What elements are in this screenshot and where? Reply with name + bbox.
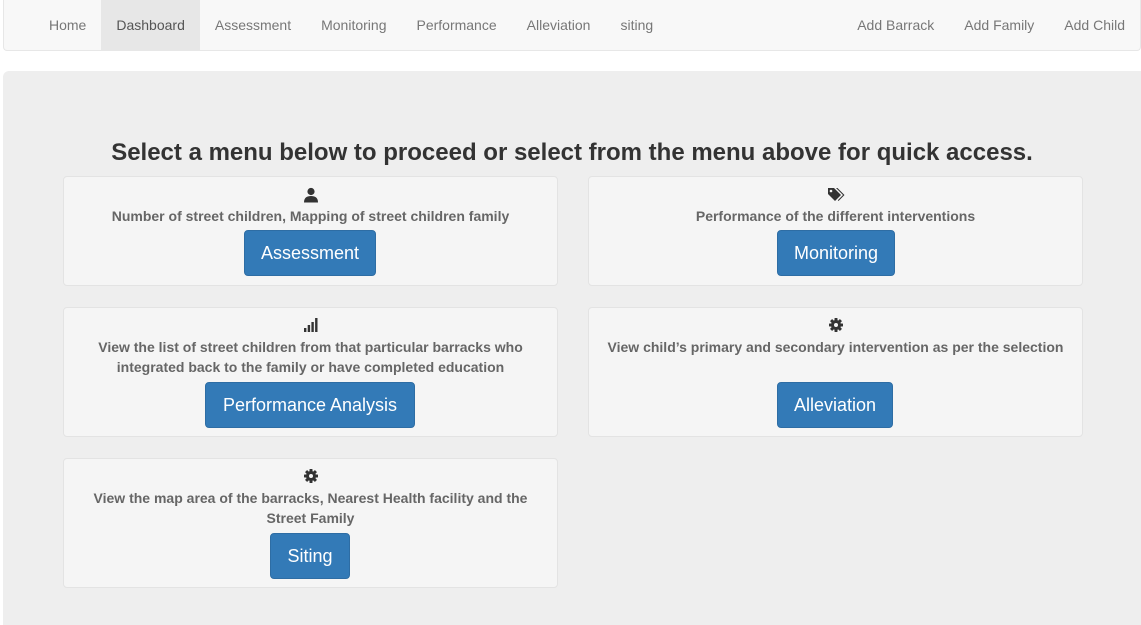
tags-icon (589, 187, 1082, 208)
assessment-button[interactable]: Assessment (244, 230, 376, 276)
nav-item-alleviation[interactable]: Alleviation (512, 0, 606, 50)
nav-item-assessment[interactable]: Assessment (200, 0, 306, 50)
nav-item-siting[interactable]: siting (605, 0, 668, 50)
nav-item-performance[interactable]: Performance (401, 0, 511, 50)
nav-item-add-barrack[interactable]: Add Barrack (842, 0, 949, 50)
card-alleviation: View child’s primary and secondary inter… (588, 307, 1083, 437)
card-description: View the map area of the barracks, Neare… (93, 490, 528, 526)
user-icon (64, 187, 557, 208)
card-description: View child’s primary and secondary inter… (607, 339, 1064, 355)
nav-item-add-child[interactable]: Add Child (1049, 0, 1140, 50)
siting-button[interactable]: Siting (270, 533, 350, 579)
card-performance: View the list of street children from th… (63, 307, 558, 437)
nav-left-menu: Home Dashboard Assessment Monitoring Per… (34, 0, 668, 50)
cog-icon (589, 318, 1082, 337)
monitoring-button[interactable]: Monitoring (777, 230, 895, 276)
top-navbar: Home Dashboard Assessment Monitoring Per… (3, 0, 1141, 51)
nav-right-menu: Add Barrack Add Family Add Child (842, 0, 1140, 50)
card-description: View the list of street children from th… (98, 339, 523, 375)
card-assessment: Number of street children, Mapping of st… (63, 176, 558, 286)
card-monitoring: Performance of the different interventio… (588, 176, 1083, 286)
page-lead: Select a menu below to proceed or select… (111, 139, 1033, 166)
cog-icon (64, 469, 557, 488)
nav-item-home[interactable]: Home (34, 0, 101, 50)
nav-item-add-family[interactable]: Add Family (949, 0, 1049, 50)
card-description: Performance of the different interventio… (695, 208, 976, 224)
signal-icon (64, 318, 557, 337)
performance-analysis-button[interactable]: Performance Analysis (205, 382, 415, 428)
nav-item-dashboard[interactable]: Dashboard (101, 0, 200, 50)
alleviation-button[interactable]: Alleviation (777, 382, 893, 428)
card-description: Number of street children, Mapping of st… (111, 208, 510, 224)
card-siting: View the map area of the barracks, Neare… (63, 458, 558, 588)
nav-item-monitoring[interactable]: Monitoring (306, 0, 401, 50)
dashboard-panel: Select a menu below to proceed or select… (3, 71, 1141, 625)
